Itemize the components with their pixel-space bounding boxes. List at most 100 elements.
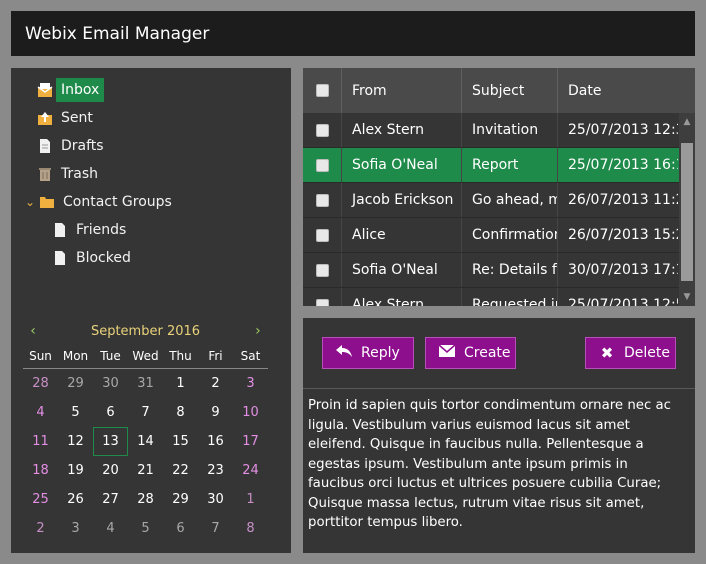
calendar-day[interactable]: 24 bbox=[233, 456, 268, 485]
app-title-bar: Webix Email Manager bbox=[11, 11, 695, 56]
cell-subject: Invitation bbox=[462, 113, 558, 147]
table-row[interactable]: Alex SternInvitation 25/07/2013 12:30 bbox=[303, 113, 695, 148]
calendar-day[interactable]: 25 bbox=[23, 485, 58, 514]
tree-item-label: Friends bbox=[76, 222, 127, 238]
inbox-icon bbox=[37, 82, 53, 98]
calendar-day[interactable]: 28 bbox=[128, 485, 163, 514]
calendar-day[interactable]: 23 bbox=[198, 456, 233, 485]
delete-button[interactable]: ✖ Delete bbox=[585, 337, 676, 369]
calendar-day[interactable]: 29 bbox=[58, 369, 93, 398]
calendar-day[interactable]: 8 bbox=[163, 398, 198, 427]
tree-item-trash[interactable]: Trash bbox=[37, 160, 103, 188]
row-checkbox[interactable] bbox=[303, 253, 342, 287]
calendar-day[interactable]: 9 bbox=[198, 398, 233, 427]
calendar-grid: 28 29 30 31 1 2 3 4 5 6 7 8 9 10 11 12 13 14 15 16 17 18 19 20 2… bbox=[23, 369, 268, 543]
chevron-down-icon[interactable]: ⌄ bbox=[25, 195, 37, 209]
tree-item-label: Contact Groups bbox=[63, 194, 172, 210]
tree-item-friends[interactable]: Friends bbox=[52, 216, 131, 244]
calendar-day[interactable]: 7 bbox=[198, 514, 233, 543]
tree-item-blocked[interactable]: Blocked bbox=[52, 244, 136, 272]
calendar-day[interactable]: 21 bbox=[128, 456, 163, 485]
scroll-up-icon[interactable]: ▲ bbox=[679, 115, 695, 129]
grid-body: Alex SternInvitation 25/07/2013 12:30 Sofi… bbox=[303, 113, 695, 306]
weekday-label: Thu bbox=[169, 349, 192, 363]
calendar-day[interactable]: 5 bbox=[58, 398, 93, 427]
calendar-day[interactable]: 3 bbox=[58, 514, 93, 543]
cell-date: 30/07/2013 17:10 bbox=[568, 262, 678, 278]
message-panel: Reply Create ✖ Delete Proin id sapien qu… bbox=[303, 318, 695, 553]
calendar-day[interactable]: 17 bbox=[233, 427, 268, 456]
row-checkbox[interactable] bbox=[303, 218, 342, 252]
calendar-day[interactable]: 12 bbox=[58, 427, 93, 456]
weekday-label: Tue bbox=[100, 349, 121, 363]
delete-label: Delete bbox=[624, 345, 670, 361]
row-checkbox[interactable] bbox=[303, 148, 342, 182]
reply-button[interactable]: Reply bbox=[322, 337, 414, 369]
calendar-day[interactable]: 7 bbox=[128, 398, 163, 427]
table-row[interactable]: Sofia O'Neal Re: Details fo 30/07/2013 17:… bbox=[303, 253, 695, 288]
row-checkbox[interactable] bbox=[303, 183, 342, 217]
table-row[interactable]: AliceConfirmation 26/07/2013 15:28 bbox=[303, 218, 695, 253]
calendar-day[interactable]: 5 bbox=[128, 514, 163, 543]
tree-item-contact-groups[interactable]: ⌄ Contact Groups bbox=[25, 188, 177, 216]
table-row[interactable]: Alex SternRequested in 25/07/2013 12:58 bbox=[303, 288, 695, 306]
calendar-day[interactable]: 20 bbox=[93, 456, 128, 485]
create-button[interactable]: Create bbox=[425, 337, 516, 369]
row-checkbox[interactable] bbox=[303, 113, 342, 147]
folder-icon bbox=[39, 194, 55, 210]
calendar-day[interactable]: 19 bbox=[58, 456, 93, 485]
calendar-day[interactable]: 31 bbox=[128, 369, 163, 398]
calendar-day[interactable]: 11 bbox=[23, 427, 58, 456]
tree-item-inbox[interactable]: Inbox bbox=[37, 76, 105, 104]
tree-item-label: Trash bbox=[61, 166, 98, 182]
scroll-thumb[interactable] bbox=[681, 143, 693, 281]
cell-date: 25/07/2013 12:30 bbox=[568, 122, 678, 138]
calendar-day[interactable]: 4 bbox=[93, 514, 128, 543]
calendar-day[interactable]: 6 bbox=[163, 514, 198, 543]
prev-month-button[interactable]: ‹ bbox=[23, 323, 43, 339]
calendar-day[interactable]: 30 bbox=[198, 485, 233, 514]
grid-header: From Subject Date bbox=[303, 68, 695, 113]
select-all-checkbox[interactable] bbox=[303, 68, 342, 113]
calendar-day[interactable]: 26 bbox=[58, 485, 93, 514]
calendar-day[interactable]: 18 bbox=[23, 456, 58, 485]
calendar-day[interactable]: 3 bbox=[233, 369, 268, 398]
next-month-button[interactable]: › bbox=[248, 323, 268, 339]
calendar-day[interactable]: 29 bbox=[163, 485, 198, 514]
calendar-month-label: September 2016 bbox=[90, 323, 201, 339]
scroll-down-icon[interactable]: ▼ bbox=[679, 290, 695, 304]
tree-item-sent[interactable]: Sent bbox=[37, 104, 98, 132]
vertical-scrollbar[interactable]: ▲ ▼ bbox=[679, 113, 695, 306]
calendar-day[interactable]: 22 bbox=[163, 456, 198, 485]
calendar-day[interactable]: 13 bbox=[93, 427, 128, 456]
left-panel: Inbox Sent Drafts Trash ⌄ Contact Groups… bbox=[11, 68, 291, 553]
calendar-day[interactable]: 16 bbox=[198, 427, 233, 456]
cell-from: Jacob Erickson bbox=[342, 183, 462, 217]
table-row[interactable]: Jacob EricksonGo ahead, ma 26/07/2013 11:… bbox=[303, 183, 695, 218]
column-header-from[interactable]: From bbox=[342, 68, 462, 113]
reply-icon bbox=[333, 344, 355, 362]
column-header-date[interactable]: Date bbox=[558, 68, 678, 113]
calendar-day[interactable]: 27 bbox=[93, 485, 128, 514]
cell-subject: Go ahead, ma bbox=[462, 183, 558, 217]
calendar-day[interactable]: 2 bbox=[23, 514, 58, 543]
calendar-day[interactable]: 6 bbox=[93, 398, 128, 427]
calendar-day[interactable]: 1 bbox=[163, 369, 198, 398]
table-row[interactable]: Sofia O'NealReport 25/07/2013 16:10 bbox=[303, 148, 695, 183]
calendar-day[interactable]: 15 bbox=[163, 427, 198, 456]
calendar-day[interactable]: 14 bbox=[128, 427, 163, 456]
column-header-subject[interactable]: Subject bbox=[462, 68, 558, 113]
cell-date: 25/07/2013 12:58 bbox=[568, 297, 678, 306]
cell-date: 26/07/2013 15:28 bbox=[568, 227, 678, 243]
calendar-day[interactable]: 1 bbox=[233, 485, 268, 514]
calendar-day[interactable]: 2 bbox=[198, 369, 233, 398]
reply-label: Reply bbox=[361, 345, 400, 361]
calendar-day[interactable]: 8 bbox=[233, 514, 268, 543]
cell-from: Alex Stern bbox=[342, 113, 462, 147]
tree-item-drafts[interactable]: Drafts bbox=[37, 132, 109, 160]
calendar-day[interactable]: 10 bbox=[233, 398, 268, 427]
calendar-day[interactable]: 28 bbox=[23, 369, 58, 398]
calendar-day[interactable]: 4 bbox=[23, 398, 58, 427]
row-checkbox[interactable] bbox=[303, 288, 342, 306]
calendar-day[interactable]: 30 bbox=[93, 369, 128, 398]
